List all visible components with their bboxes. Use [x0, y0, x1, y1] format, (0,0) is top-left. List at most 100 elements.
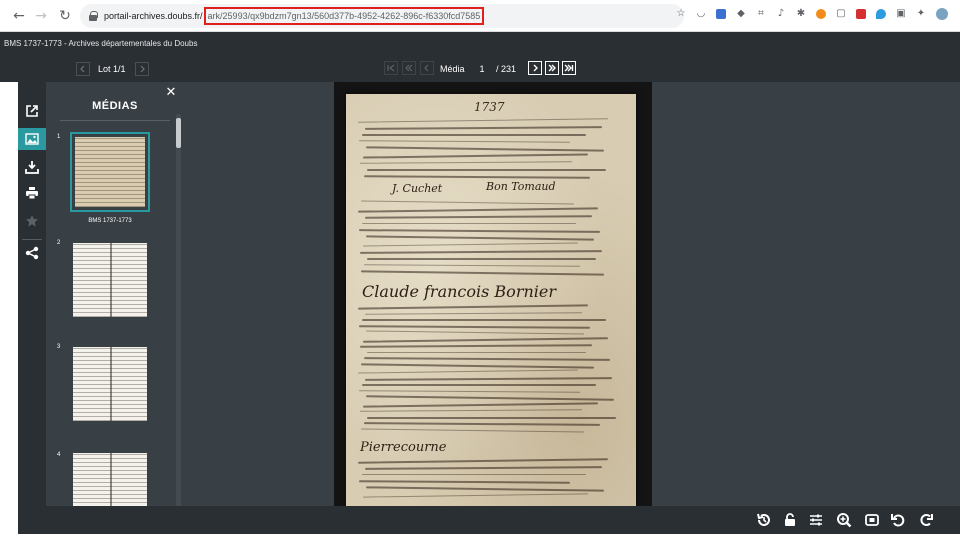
scrollbar-thumb[interactable] — [176, 118, 181, 148]
thumbnail-number: 4 — [57, 452, 61, 458]
grid-extension-icon[interactable]: ⌗ — [756, 9, 766, 19]
profile-avatar[interactable] — [936, 8, 948, 20]
tool-sidebar — [18, 82, 46, 506]
thumbnail-3[interactable] — [70, 344, 150, 424]
fit-screen-button[interactable] — [864, 512, 880, 528]
handwriting-line — [364, 376, 613, 381]
close-icon[interactable]: ✕ — [164, 86, 178, 100]
reset-button[interactable] — [756, 512, 772, 528]
handwriting-line — [365, 395, 615, 401]
thumbnail-image — [73, 243, 147, 317]
thumbnail-number: 3 — [57, 344, 61, 350]
handwriting-line — [367, 258, 596, 260]
skip-first-icon — [387, 64, 395, 72]
favorite-button[interactable] — [18, 210, 46, 232]
thumbnail-4[interactable] — [70, 450, 150, 506]
viewer-toolbar: Lot 1/1 Média / 231 — [0, 58, 960, 82]
share-icon — [25, 246, 39, 260]
document-icon[interactable]: ▢ — [836, 9, 846, 19]
address-bar[interactable]: portail-archives.doubs.fr/ ark/25993/qx9… — [80, 4, 684, 28]
thumbnail-image — [73, 347, 147, 421]
unlock-button[interactable] — [782, 512, 798, 528]
handwriting-line — [360, 270, 605, 276]
previous-ten-button[interactable] — [402, 61, 416, 75]
double-chevron-left-icon — [405, 64, 413, 72]
next-ten-button[interactable] — [545, 61, 559, 75]
handwriting-line — [361, 427, 584, 433]
thumbnail-number: 2 — [57, 240, 61, 246]
puzzle-icon[interactable]: ✱ — [796, 9, 806, 19]
pocket-icon[interactable]: ◡ — [696, 9, 706, 19]
pip-icon[interactable]: ▣ — [896, 9, 906, 19]
previous-media-button[interactable] — [420, 61, 434, 75]
chat-extension-icon[interactable] — [876, 9, 886, 19]
first-media-button[interactable] — [384, 61, 398, 75]
extension-icon[interactable] — [716, 9, 726, 19]
media-panel-button[interactable] — [18, 128, 46, 150]
rotate-right-button[interactable] — [918, 512, 934, 528]
last-media-button[interactable] — [562, 61, 576, 75]
reload-icon[interactable]: ↻ — [56, 7, 74, 25]
orange-extension-icon[interactable] — [816, 9, 826, 19]
media-number-input[interactable] — [472, 62, 492, 75]
microphone-icon[interactable]: ♪ — [776, 9, 786, 19]
rotate-left-button[interactable] — [890, 512, 906, 528]
lot-label: Lot 1/1 — [98, 64, 126, 74]
handwriting-line — [362, 223, 576, 224]
history-icon — [757, 513, 770, 526]
zoom-in-button[interactable] — [836, 512, 852, 528]
star-icon — [26, 215, 38, 227]
sliders-icon — [810, 514, 822, 526]
handwriting-line — [362, 336, 609, 343]
chevron-right-icon — [140, 65, 145, 73]
scrollbar-track[interactable] — [176, 114, 181, 506]
page-heading: Claude francois Bornier — [362, 282, 556, 301]
handwriting-line — [367, 169, 606, 171]
share-button[interactable] — [18, 242, 46, 264]
browser-toolbar: ← → ↻ portail-archives.doubs.fr/ ark/259… — [0, 0, 960, 32]
handwriting-line — [365, 486, 605, 492]
skip-last-icon — [564, 64, 574, 72]
extensions-area: ☆ ◡ ◆ ⌗ ♪ ✱ ▢ ▣ ✦ ⋮ — [676, 8, 960, 20]
handwriting-line — [358, 369, 578, 374]
forward-arrow-icon[interactable]: → — [32, 7, 50, 25]
chevron-right-icon — [533, 64, 538, 72]
lot-next-button[interactable] — [135, 62, 149, 76]
handwriting-line — [362, 319, 606, 321]
download-icon — [25, 161, 39, 174]
thumbnail-image — [75, 137, 145, 207]
thumbnail-1[interactable] — [70, 132, 150, 212]
thumbnail-2[interactable] — [70, 240, 150, 320]
app-header: BMS 1737-1773 - Archives départementales… — [0, 32, 960, 58]
handwriting-line — [358, 389, 581, 393]
lot-previous-button[interactable] — [76, 62, 90, 76]
handwriting-line — [365, 235, 595, 241]
open-external-button[interactable] — [18, 100, 46, 122]
handwriting-line — [367, 351, 586, 353]
handwriting-line — [358, 324, 591, 329]
print-button[interactable] — [18, 182, 46, 204]
external-link-icon — [26, 105, 38, 117]
drop-icon[interactable]: ◆ — [736, 9, 746, 19]
bookmark-star-icon[interactable]: ☆ — [676, 9, 686, 19]
handwriting-line — [362, 401, 599, 408]
handwriting-line — [357, 458, 609, 464]
handwriting-line — [362, 384, 596, 386]
manuscript-page[interactable]: 1737 J. Cuchet Bon Tomaud Claude francoi… — [346, 94, 636, 506]
zoom-in-icon — [837, 513, 852, 528]
red-extension-icon[interactable] — [856, 9, 866, 19]
download-button[interactable] — [18, 156, 46, 178]
next-media-button[interactable] — [528, 61, 542, 75]
extensions-puzzle-icon[interactable]: ✦ — [916, 9, 926, 19]
image-icon — [25, 133, 39, 145]
back-arrow-icon[interactable]: ← — [10, 7, 28, 25]
handwriting-line — [364, 311, 583, 315]
print-icon — [26, 187, 38, 200]
document-title: BMS 1737-1773 - Archives départementales… — [4, 39, 198, 48]
document-viewer[interactable]: 1737 J. Cuchet Bon Tomaud Claude francoi… — [184, 82, 960, 506]
url-path-highlighted: ark/25993/qx9bdzm7gn13/560d377b-4952-426… — [203, 7, 485, 25]
adjust-button[interactable] — [808, 512, 824, 528]
rotate-right-icon — [920, 514, 933, 526]
handwriting-line — [358, 229, 601, 233]
screen: ← → ↻ portail-archives.doubs.fr/ ark/259… — [0, 0, 960, 540]
